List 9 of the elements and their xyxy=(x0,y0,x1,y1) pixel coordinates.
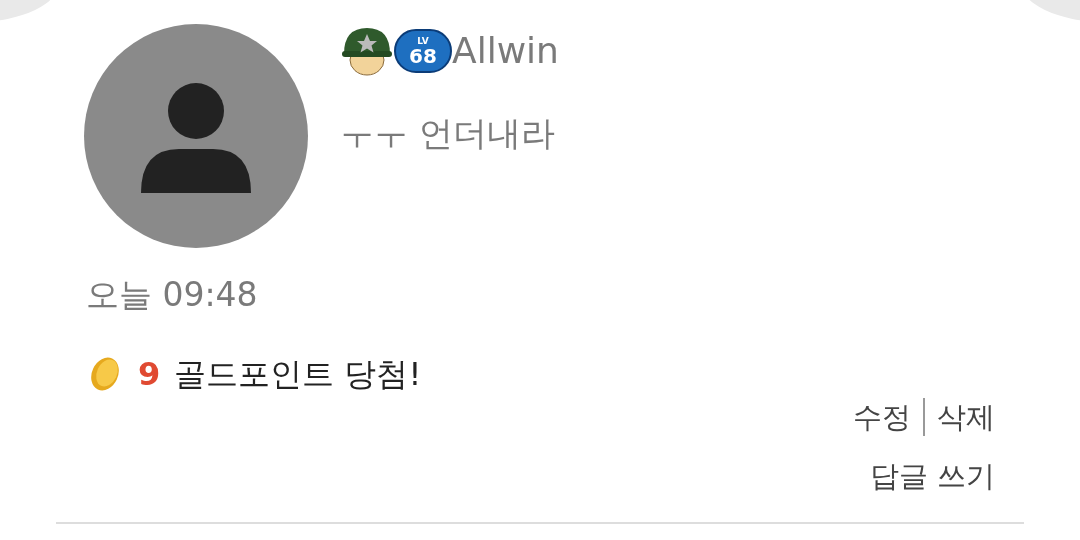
reply-button[interactable]: 답글 쓰기 xyxy=(869,455,995,499)
delete-button[interactable]: 삭제 xyxy=(937,395,995,439)
comment-text: ㅜㅜ 언더내라 xyxy=(340,112,556,155)
point-amount: 9 xyxy=(138,353,161,395)
author-name: Allwin xyxy=(452,33,559,69)
level-badge: LV 68 xyxy=(394,29,452,73)
reward-text: 골드포인트 당첨! xyxy=(174,353,422,395)
comment-time: 오늘 09:48 xyxy=(86,274,259,316)
edit-button[interactable]: 수정 xyxy=(853,395,911,439)
